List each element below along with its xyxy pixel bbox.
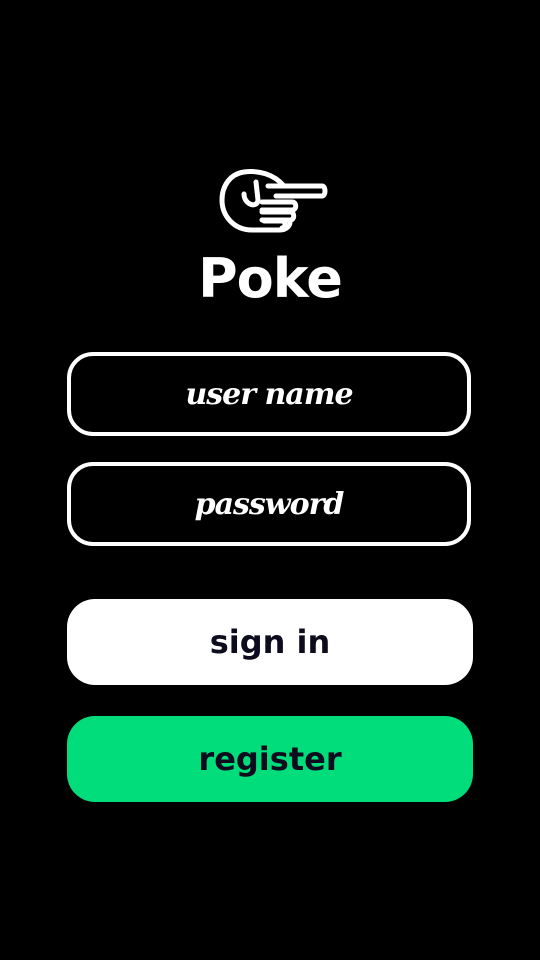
sign-in-button[interactable]: sign in [67,599,473,685]
username-input[interactable] [71,356,467,432]
app-title: Poke [198,247,343,310]
username-field-container [67,352,471,436]
password-input[interactable] [71,466,467,542]
pointing-hand-icon [218,168,330,236]
register-button[interactable]: register [67,716,473,802]
password-field-container [67,462,471,546]
